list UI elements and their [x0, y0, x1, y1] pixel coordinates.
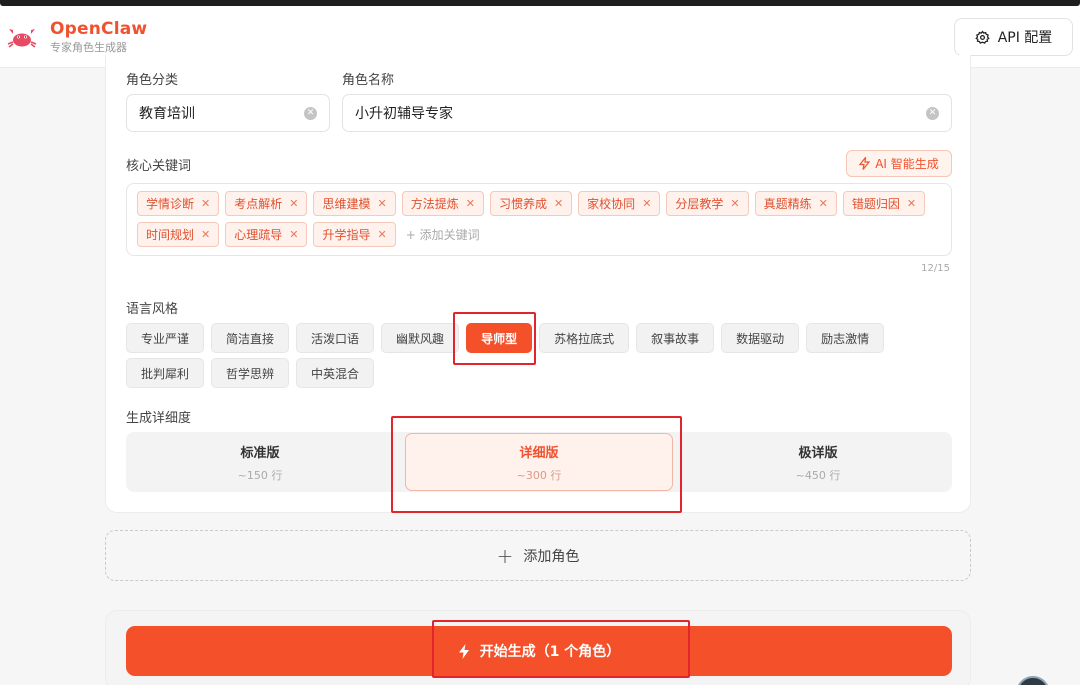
detail-option-title: 极详版: [798, 445, 838, 461]
keyword-tag: 习惯养成 ✕: [489, 191, 573, 216]
add-keyword-input[interactable]: + 添加关键词: [402, 222, 480, 247]
start-generate-button[interactable]: 开始生成（1 个角色）: [126, 626, 952, 676]
remove-keyword-icon[interactable]: ✕: [201, 228, 210, 241]
lightning-icon: [458, 643, 469, 659]
keyword-tag: 方法提炼 ✕: [401, 191, 484, 216]
style-option[interactable]: 中英混合: [296, 358, 375, 388]
category-label: 角色分类: [126, 73, 179, 88]
remove-keyword-icon[interactable]: ✕: [377, 197, 386, 210]
remove-keyword-icon[interactable]: ✕: [201, 197, 210, 210]
remove-keyword-icon[interactable]: ✕: [907, 197, 916, 210]
remove-keyword-icon[interactable]: ✕: [377, 228, 386, 241]
role-form-card: 角色分类 教育培训 ✕ 角色名称 小升初辅导专家 ✕ 核心关键词 AI 智能生成…: [105, 55, 971, 513]
keyword-text: 时间规划: [146, 228, 195, 242]
style-option[interactable]: 苏格拉底式: [539, 323, 630, 353]
gear-icon: [975, 30, 990, 44]
app-subtitle: 专家角色生成器: [50, 41, 127, 54]
detail-option-extreme[interactable]: 极详版 ~450 行: [684, 432, 952, 492]
keywords-counter: 12/15: [921, 263, 950, 274]
keyword-text: 家校协同: [587, 197, 636, 211]
role-name-input[interactable]: 小升初辅导专家 ✕: [342, 94, 952, 132]
avatar[interactable]: [1016, 676, 1050, 685]
style-option[interactable]: 励志激情: [806, 323, 885, 353]
keyword-text: 分层教学: [675, 197, 724, 211]
keyword-text: 考点解析: [234, 197, 283, 211]
api-config-label: API 配置: [997, 30, 1053, 46]
remove-keyword-icon[interactable]: ✕: [642, 197, 651, 210]
ai-generate-label: AI 智能生成: [875, 157, 939, 171]
style-option[interactable]: 简洁直接: [211, 323, 290, 353]
keyword-text: 升学指导: [322, 228, 371, 242]
style-option[interactable]: 活泼口语: [296, 323, 375, 353]
start-generate-label: 开始生成（1 个角色）: [479, 644, 621, 660]
style-option[interactable]: 叙事故事: [636, 323, 715, 353]
role-name-value: 小升初辅导专家: [355, 106, 453, 122]
remove-keyword-icon[interactable]: ✕: [289, 197, 298, 210]
detail-option-title: 详细版: [519, 445, 559, 461]
add-role-label: 添加角色: [523, 548, 580, 565]
remove-keyword-icon[interactable]: ✕: [819, 197, 828, 210]
style-option[interactable]: 幽默风趣: [381, 323, 460, 353]
remove-keyword-icon[interactable]: ✕: [466, 197, 475, 210]
remove-keyword-icon[interactable]: ✕: [730, 197, 739, 210]
ai-generate-button[interactable]: AI 智能生成: [846, 150, 952, 177]
keyword-tag: 学情诊断 ✕: [137, 191, 220, 216]
style-option-selected[interactable]: 导师型: [466, 323, 533, 353]
style-option[interactable]: 数据驱动: [721, 323, 800, 353]
detail-option-lines: ~450 行: [795, 468, 841, 482]
keyword-tag: 错题归因 ✕: [842, 191, 926, 216]
keywords-input-box[interactable]: 学情诊断 ✕ 考点解析 ✕ 思维建模 ✕ 方法提炼 ✕ 习惯养成 ✕ 家校协同 ✕ 分层教学…: [126, 183, 952, 256]
keyword-tag: 思维建模 ✕: [313, 191, 396, 216]
remove-keyword-icon[interactable]: ✕: [554, 197, 563, 210]
keyword-tag: 时间规划 ✕: [137, 222, 220, 247]
keyword-tag: 心理疏导 ✕: [225, 222, 308, 247]
detail-level-label: 生成详细度: [126, 411, 192, 426]
category-select[interactable]: 教育培训 ✕: [126, 94, 330, 132]
api-config-button[interactable]: API 配置: [954, 18, 1073, 56]
keyword-tag: 真题精练 ✕: [754, 191, 837, 216]
bottom-action-bar: 开始生成（1 个角色）: [105, 610, 971, 685]
keyword-text: 习惯养成: [498, 197, 547, 211]
keyword-text: 学情诊断: [146, 197, 195, 211]
detail-level-selector: 标准版 ~150 行 详细版 ~300 行 极详版 ~450 行: [126, 432, 952, 492]
keyword-text: 心理疏导: [234, 228, 283, 242]
plus-icon: +: [496, 543, 514, 568]
category-value: 教育培训: [139, 106, 195, 122]
detail-option-detailed[interactable]: 详细版 ~300 行: [405, 433, 673, 491]
keyword-tag: 考点解析 ✕: [225, 191, 308, 216]
crab-logo-icon: [7, 29, 37, 48]
style-option[interactable]: 批判犀利: [126, 358, 205, 388]
remove-keyword-icon[interactable]: ✕: [289, 228, 298, 241]
keyword-tag: 家校协同 ✕: [578, 191, 661, 216]
keyword-tag: 升学指导 ✕: [313, 222, 396, 247]
style-option[interactable]: 哲学思辨: [211, 358, 290, 388]
style-option[interactable]: 专业严谨: [126, 323, 205, 353]
keyword-tag: 分层教学 ✕: [666, 191, 749, 216]
style-label: 语言风格: [126, 302, 179, 317]
keyword-text: 方法提炼: [410, 197, 459, 211]
clear-name-icon[interactable]: ✕: [926, 107, 939, 120]
keyword-text: 思维建模: [322, 197, 371, 211]
add-role-button[interactable]: + 添加角色: [105, 530, 971, 581]
clear-category-icon[interactable]: ✕: [304, 107, 317, 120]
app-name: OpenClaw: [50, 19, 148, 39]
detail-option-lines: ~150 行: [237, 468, 283, 482]
keyword-text: 真题精练: [763, 197, 812, 211]
keywords-label: 核心关键词: [126, 159, 192, 174]
keyword-text: 错题归因: [851, 197, 900, 211]
detail-option-standard[interactable]: 标准版 ~150 行: [126, 432, 394, 492]
lightning-icon: [859, 157, 871, 170]
detail-option-lines: ~300 行: [516, 468, 562, 482]
name-label: 角色名称: [342, 73, 395, 88]
detail-option-title: 标准版: [240, 445, 280, 461]
